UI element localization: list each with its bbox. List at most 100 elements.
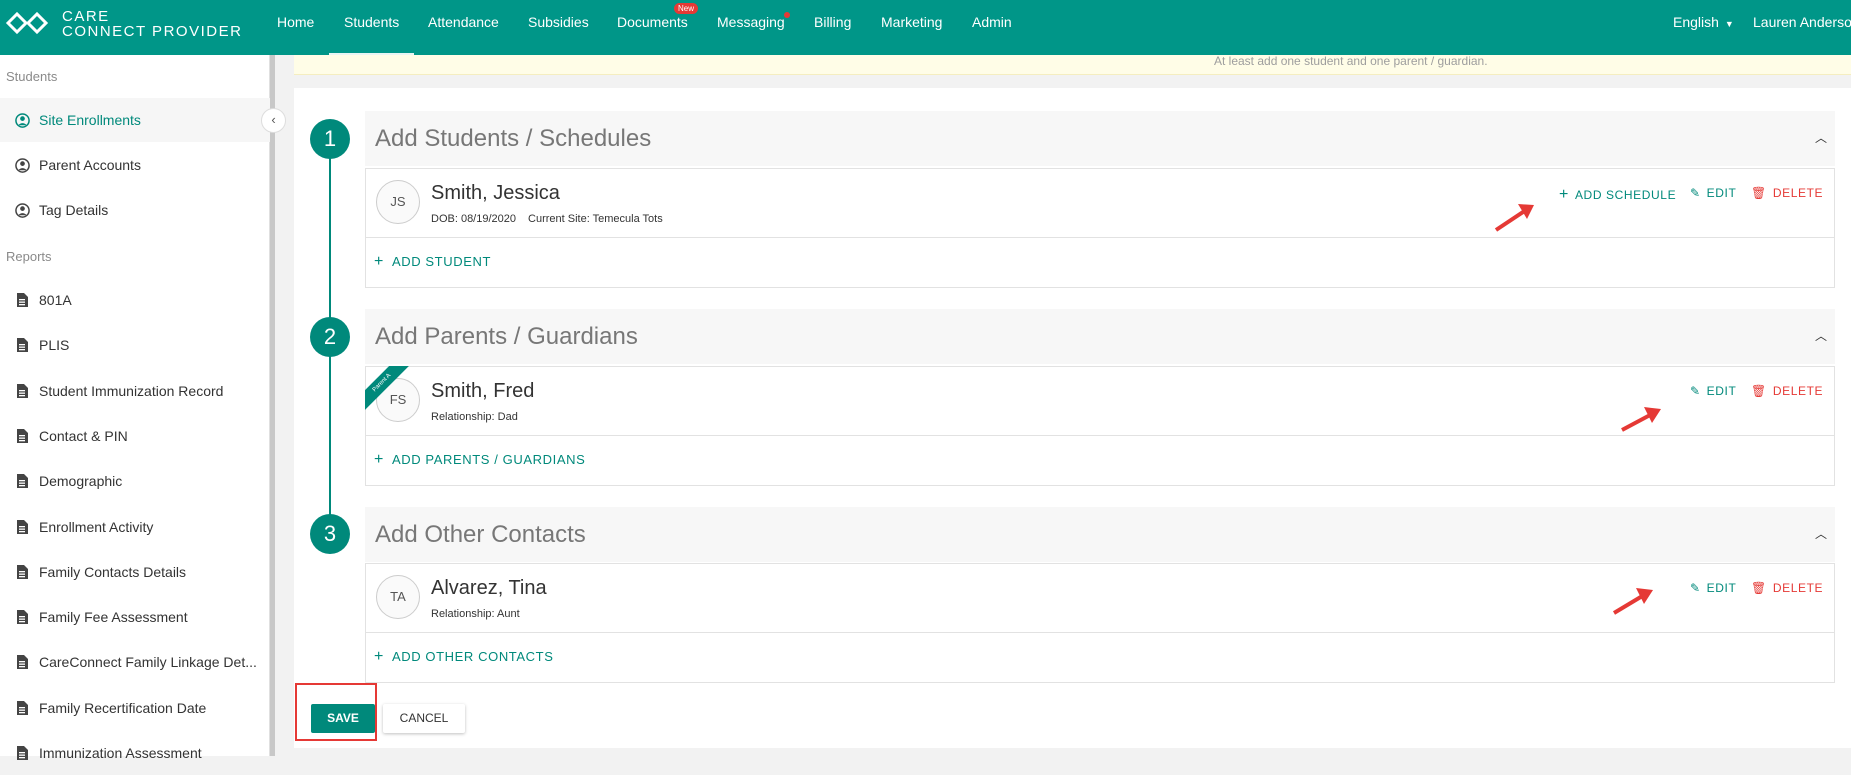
- sidebar-scrollbar[interactable]: [270, 55, 275, 756]
- step-connector: [329, 158, 331, 318]
- annotation-arrow: [1612, 588, 1653, 615]
- section-title: Add Students / Schedules: [375, 125, 652, 152]
- plus-icon: +: [1559, 186, 1569, 203]
- annotation-arrow: [1494, 204, 1534, 232]
- student-meta: DOB: 08/19/2020 Current Site: Temecula To…: [431, 213, 675, 225]
- add-student-button[interactable]: + ADD STUDENT: [374, 253, 491, 271]
- avatar: JS: [376, 180, 420, 224]
- sidebar-item-label: Student Immunization Record: [39, 382, 224, 399]
- add-parents-label: ADD PARENTS / GUARDIANS: [391, 452, 586, 467]
- add-schedule-button[interactable]: + ADD SCHEDULE: [1559, 186, 1676, 204]
- add-other-contacts-button[interactable]: + ADD OTHER CONTACTS: [374, 648, 553, 666]
- sidebar-report-item[interactable]: Family Recertification Date: [0, 686, 270, 730]
- ribbon-label: Parent A: [365, 366, 411, 412]
- sidebar-heading-students: Students: [6, 69, 58, 84]
- collapse-sidebar-button[interactable]: ‹: [261, 108, 286, 133]
- nav-admin[interactable]: Admin: [972, 0, 1012, 55]
- edit-label: EDIT: [1706, 581, 1737, 595]
- caret-down-icon: ▼: [1724, 19, 1734, 29]
- sidebar-report-item[interactable]: Demographic: [0, 459, 270, 503]
- document-icon: [14, 369, 30, 413]
- person-circle-icon: [14, 143, 30, 187]
- sidebar-report-item[interactable]: 801A: [0, 278, 270, 322]
- edit-button[interactable]: ✎ EDIT: [1690, 186, 1736, 200]
- info-banner: At least add one student and one parent …: [294, 55, 1851, 75]
- section-header-other-contacts[interactable]: Add Other Contacts ︿: [365, 507, 1835, 562]
- top-nav-bar: CARE CONNECT PROVIDER Home Students Atte…: [0, 0, 1851, 55]
- nav-home[interactable]: Home: [277, 0, 314, 55]
- edit-button[interactable]: ✎ EDIT: [1690, 384, 1736, 398]
- nav-attendance[interactable]: Attendance: [428, 0, 499, 55]
- nav-marketing[interactable]: Marketing: [881, 0, 942, 55]
- sidebar-report-item[interactable]: Student Immunization Record: [0, 369, 270, 413]
- sidebar-report-item[interactable]: Family Contacts Details: [0, 550, 270, 594]
- edit-button[interactable]: ✎ EDIT: [1690, 581, 1736, 595]
- chevron-up-icon[interactable]: ︿: [1815, 327, 1827, 344]
- section-title: Add Parents / Guardians: [375, 323, 638, 350]
- app-logo[interactable]: CARE CONNECT PROVIDER: [0, 0, 250, 55]
- contact-name: Alvarez, Tina: [431, 577, 547, 599]
- document-icon: [14, 595, 30, 639]
- pencil-icon: ✎: [1690, 581, 1701, 595]
- sidebar-report-item[interactable]: PLIS: [0, 323, 270, 367]
- sidebar-report-item[interactable]: Enrollment Activity: [0, 505, 270, 549]
- nav-students[interactable]: Students: [328, 0, 415, 55]
- parent-ribbon: Parent A: [365, 366, 411, 412]
- contact-relationship: Relationship: Aunt: [431, 608, 520, 620]
- document-icon: [14, 323, 30, 367]
- nav-messaging[interactable]: Messaging: [717, 0, 785, 55]
- add-student-label: ADD STUDENT: [391, 254, 492, 269]
- chevron-up-icon[interactable]: ︿: [1815, 129, 1827, 146]
- new-badge: New: [674, 3, 699, 14]
- delete-button[interactable]: 🗑 DELETE: [1751, 581, 1823, 595]
- annotation-arrow: [1621, 407, 1661, 432]
- section-header-students[interactable]: Add Students / Schedules ︿: [365, 111, 1835, 166]
- add-parents-button[interactable]: + ADD PARENTS / GUARDIANS: [374, 451, 585, 469]
- add-parents-row: + ADD PARENTS / GUARDIANS: [365, 436, 1835, 486]
- person-circle-icon: [14, 188, 30, 232]
- delete-button[interactable]: 🗑 DELETE: [1751, 186, 1823, 200]
- document-icon: [14, 278, 30, 322]
- save-button[interactable]: SAVE: [311, 704, 375, 733]
- add-other-contacts-row: + ADD OTHER CONTACTS: [365, 633, 1835, 683]
- document-icon: [14, 414, 30, 458]
- nav-billing[interactable]: Billing: [814, 0, 851, 55]
- chevron-up-icon[interactable]: ︿: [1815, 525, 1827, 542]
- section-header-parents[interactable]: Add Parents / Guardians ︿: [365, 309, 1835, 364]
- banner-text: At least add one student and one parent …: [1214, 54, 1488, 68]
- sidebar-item-site-enrollments[interactable]: Site Enrollments: [0, 98, 270, 142]
- add-schedule-label: ADD SCHEDULE: [1574, 188, 1677, 202]
- parent-relationship: Relationship: Dad: [431, 411, 518, 423]
- sidebar-item-label: Contact & PIN: [39, 427, 128, 444]
- user-menu[interactable]: Lauren Anderson: [1753, 0, 1851, 55]
- person-circle-icon: [14, 98, 30, 142]
- section-title: Add Other Contacts: [375, 521, 586, 548]
- sidebar-item-label: Demographic: [39, 473, 123, 490]
- sidebar-item-label: PLIS: [39, 337, 70, 354]
- sidebar-item-label: Site Enrollments: [39, 112, 141, 128]
- step-connector: [329, 356, 331, 516]
- sidebar-report-item[interactable]: Contact & PIN: [0, 414, 270, 458]
- trash-icon: 🗑: [1751, 581, 1767, 595]
- student-dob: DOB: 08/19/2020: [431, 213, 517, 225]
- sidebar-item-label: Parent Accounts: [39, 157, 141, 173]
- nav-subsidies[interactable]: Subsidies: [528, 0, 589, 55]
- sidebar-report-item[interactable]: CareConnect Family Linkage Det...: [0, 640, 270, 684]
- language-select[interactable]: English ▼: [1673, 0, 1734, 55]
- sidebar-report-item[interactable]: Immunization Assessment: [0, 731, 270, 775]
- sidebar-item-label: Immunization Assessment: [39, 745, 202, 761]
- sidebar-item-tag-details[interactable]: Tag Details: [0, 188, 270, 232]
- sidebar-item-parent-accounts[interactable]: Parent Accounts: [0, 143, 270, 187]
- student-row: JS Smith, Jessica DOB: 08/19/2020 Current…: [365, 168, 1835, 238]
- cancel-button[interactable]: CANCEL: [383, 704, 465, 733]
- sidebar-item-label: 801A: [39, 292, 72, 308]
- parent-row: FS Parent A Smith, Fred Relationship: Da…: [365, 366, 1835, 436]
- sidebar-item-label: CareConnect Family Linkage Det...: [39, 654, 257, 671]
- sidebar: Students Site Enrollments Parent Account…: [0, 55, 270, 761]
- step-number: 1: [310, 119, 350, 159]
- logo-icon: [5, 11, 49, 35]
- document-icon: [14, 550, 30, 594]
- sidebar-item-label: Family Fee Assessment: [39, 609, 188, 626]
- delete-button[interactable]: 🗑 DELETE: [1751, 384, 1823, 398]
- sidebar-report-item[interactable]: Family Fee Assessment: [0, 595, 270, 639]
